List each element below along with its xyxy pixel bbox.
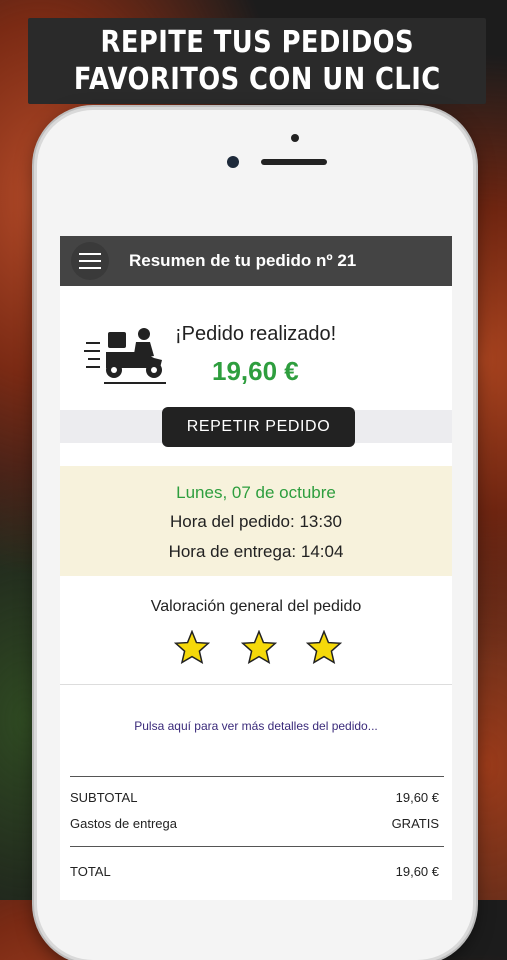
subtotal-label: SUBTOTAL	[70, 790, 138, 805]
banner-line-2: FAVORITOS CON UN CLIC	[73, 62, 441, 97]
hamburger-menu-icon[interactable]	[71, 242, 109, 280]
order-price: 19,60 €	[212, 356, 299, 386]
star-icon[interactable]	[306, 630, 342, 664]
subtotal-value: 19,60 €	[395, 790, 439, 805]
order-summary: ¡Pedido realizado! 19,60 €	[60, 286, 452, 410]
banner-line-1: REPITE TUS PEDIDOS	[100, 25, 414, 60]
phone-speaker	[261, 159, 327, 165]
order-details-link[interactable]: Pulsa aquí para ver más detalles del ped…	[60, 719, 452, 733]
star-icon[interactable]	[241, 630, 277, 664]
page-title: Resumen de tu pedido nº 21	[129, 251, 357, 270]
delivery-fee-row: Gastos de entrega GRATIS	[70, 816, 439, 831]
delivery-time: Hora de entrega: 14:04	[168, 542, 344, 561]
divider	[60, 684, 452, 685]
total-row: TOTAL 19,60 €	[70, 864, 439, 879]
repeat-order-button[interactable]: REPETIR PEDIDO	[162, 407, 355, 447]
app-screen: Resumen de tu pedido nº 21 ¡Pedido reali…	[60, 236, 452, 900]
order-status: ¡Pedido realizado!	[175, 323, 337, 345]
divider	[70, 776, 444, 777]
total-label: TOTAL	[70, 864, 111, 879]
phone-sensor	[291, 134, 299, 142]
delivery-fee-label: Gastos de entrega	[70, 816, 177, 831]
promo-banner: REPITE TUS PEDIDOS FAVORITOS CON UN CLIC	[28, 18, 486, 104]
rating-label: Valoración general del pedido	[150, 598, 362, 615]
order-time: Hora del pedido: 13:30	[169, 512, 343, 531]
phone-camera	[227, 156, 239, 168]
delivery-scooter-icon	[84, 328, 166, 384]
app-header: Resumen de tu pedido nº 21	[60, 236, 452, 286]
star-icon[interactable]	[174, 630, 210, 664]
order-times: Lunes, 07 de octubre Hora del pedido: 13…	[60, 466, 452, 576]
total-value: 19,60 €	[395, 864, 439, 879]
divider	[70, 846, 444, 847]
delivery-fee-value: GRATIS	[391, 816, 439, 831]
subtotal-row: SUBTOTAL 19,60 €	[70, 790, 439, 805]
rating-stars	[60, 630, 452, 666]
order-date: Lunes, 07 de octubre	[176, 483, 336, 502]
